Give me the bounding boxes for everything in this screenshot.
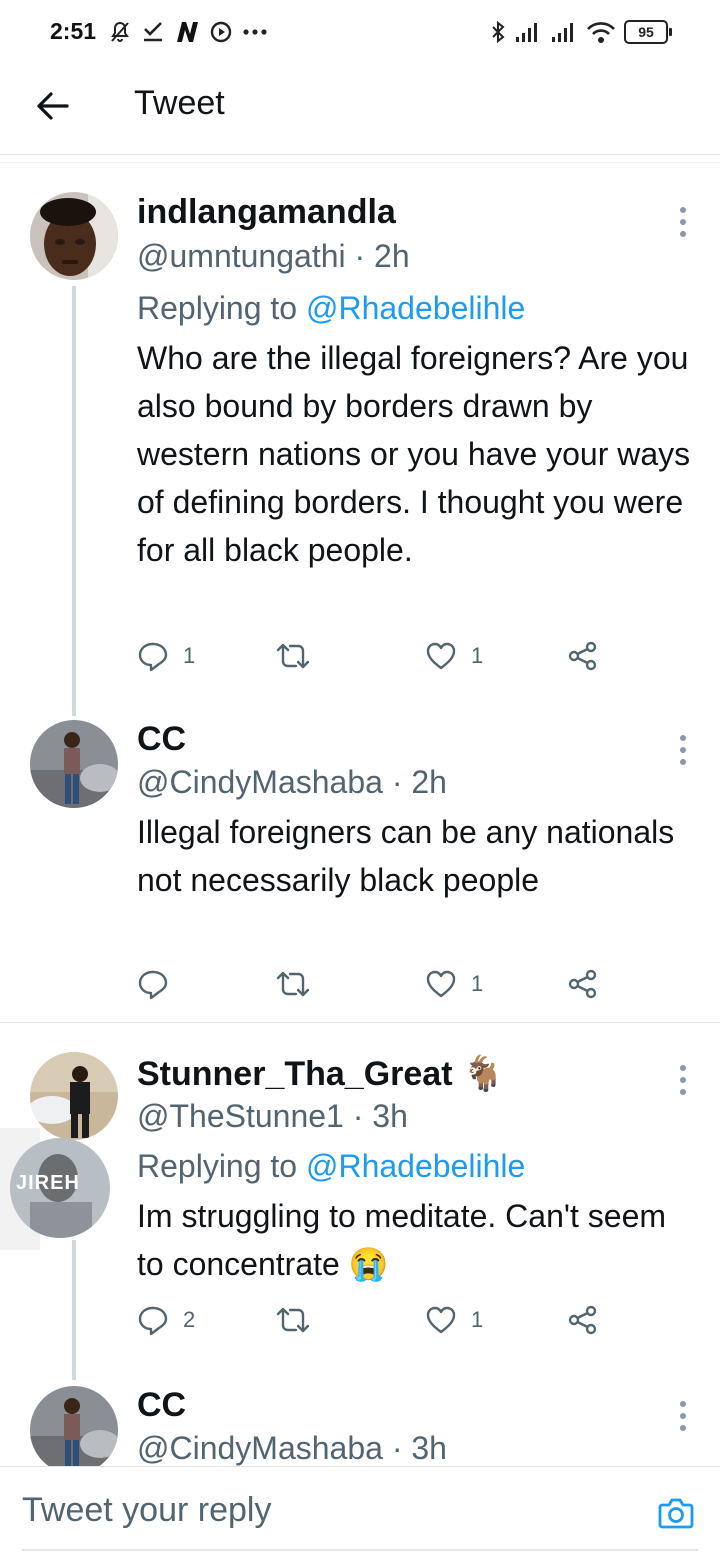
retweet-button[interactable] [275, 1300, 325, 1340]
tweet-actions: 1 [137, 964, 617, 1004]
reply-icon [138, 970, 168, 1000]
replying-to-label: Replying to [137, 290, 306, 326]
page-title: Tweet [134, 84, 225, 122]
status-bar: 2:51 95 [0, 0, 720, 64]
signal-icon [550, 21, 578, 43]
like-count: 1 [471, 971, 484, 996]
reply-input-underline [22, 1549, 698, 1551]
status-icons-right: 95 [490, 18, 672, 46]
mention-link[interactable]: @Rhadebelihle [306, 1148, 525, 1184]
like-button[interactable]: 1 [425, 636, 483, 676]
reply-count: 1 [183, 643, 196, 668]
tweet-divider [0, 1022, 720, 1023]
avatar[interactable] [30, 1386, 118, 1474]
reply-count: 2 [183, 1307, 196, 1332]
arrow-left-icon [37, 92, 69, 120]
camera-button[interactable] [656, 1493, 696, 1533]
thread-line [72, 1240, 76, 1380]
like-button[interactable]: 1 [425, 1300, 483, 1340]
reply-button[interactable] [137, 964, 183, 1004]
battery-icon: 95 [624, 20, 672, 44]
reply-button[interactable]: 1 [137, 636, 195, 676]
camera-icon [658, 1498, 694, 1529]
more-options-icon[interactable] [668, 1396, 698, 1436]
tweet-author-handle[interactable]: @CindyMashaba · 3h [137, 1430, 447, 1467]
tweet-author-name[interactable]: Stunner_Tha_Great 🐐 [137, 1054, 504, 1094]
bluetooth-icon [490, 20, 506, 44]
share-button[interactable] [567, 1300, 599, 1340]
back-button[interactable] [30, 84, 74, 128]
retweet-icon [276, 1307, 310, 1333]
reply-input[interactable]: Tweet your reply [22, 1491, 271, 1530]
tweet-text: Im struggling to meditate. Can't seem to… [137, 1198, 667, 1282]
tweet-author-name-text: Stunner_Tha_Great [137, 1055, 453, 1093]
thread-line [72, 286, 76, 716]
wifi-icon [586, 21, 616, 43]
like-count: 1 [471, 643, 484, 668]
overlay-avatar: JIREH [10, 1138, 110, 1238]
muted-notifications-icon [108, 20, 132, 44]
tweet-author-handle[interactable]: @umntungathi · 2h [137, 238, 410, 275]
app-bar: Tweet [0, 64, 720, 144]
share-icon [568, 969, 597, 999]
replying-to: Replying to @Rhadebelihle [137, 290, 525, 327]
reply-icon [138, 1306, 168, 1336]
retweet-button[interactable] [275, 964, 325, 1004]
reply-button[interactable]: 2 [137, 1300, 195, 1340]
share-button[interactable] [567, 636, 599, 676]
n-app-icon [174, 20, 200, 44]
tweet-actions: 1 1 [137, 636, 617, 676]
replying-to-label: Replying to [137, 1148, 306, 1184]
tweet-author-name[interactable]: CC [137, 1386, 186, 1425]
avatar[interactable] [30, 192, 118, 280]
avatar[interactable] [30, 720, 118, 808]
retweet-icon [276, 643, 310, 669]
replying-to: Replying to @Rhadebelihle [137, 1148, 525, 1185]
divider [0, 154, 720, 155]
reply-bar: Tweet your reply [0, 1466, 720, 1561]
tweet-author-name[interactable]: CC [137, 720, 186, 759]
record-icon [210, 21, 232, 43]
download-done-icon [142, 20, 164, 44]
more-options-icon[interactable] [668, 1060, 698, 1100]
tweet-actions: 2 1 [137, 1300, 617, 1340]
divider [0, 162, 720, 163]
heart-icon [426, 642, 456, 670]
tweet-text: Illegal foreigners can be any nationals … [137, 814, 675, 898]
retweet-icon [276, 971, 310, 997]
tweet-author-name[interactable]: indlangamandla [137, 193, 396, 232]
status-time: 2:51 [50, 18, 97, 44]
like-count: 1 [471, 1307, 484, 1332]
more-options-icon[interactable] [668, 202, 698, 242]
like-button[interactable]: 1 [425, 964, 483, 1004]
mention-link[interactable]: @Rhadebelihle [306, 290, 525, 326]
share-button[interactable] [567, 964, 599, 1004]
share-icon [568, 641, 597, 671]
overlay-avatar-text: JIREH [16, 1172, 80, 1194]
share-icon [568, 1305, 597, 1335]
retweet-button[interactable] [275, 636, 325, 676]
reply-icon [138, 642, 168, 672]
heart-icon [426, 970, 456, 998]
tweet-author-handle[interactable]: @CindyMashaba · 2h [137, 764, 447, 801]
avatar[interactable] [30, 1052, 118, 1140]
signal-icon [514, 21, 542, 43]
goat-emoji: 🐐 [461, 1055, 505, 1093]
more-options-icon[interactable] [668, 730, 698, 770]
more-dots-icon [242, 27, 268, 37]
tweet-text: Who are the illegal foreigners? Are you … [137, 340, 691, 568]
tweet-author-handle[interactable]: @TheStunne1 · 3h [137, 1098, 408, 1135]
status-icons-left [108, 18, 268, 46]
heart-icon [426, 1306, 456, 1334]
